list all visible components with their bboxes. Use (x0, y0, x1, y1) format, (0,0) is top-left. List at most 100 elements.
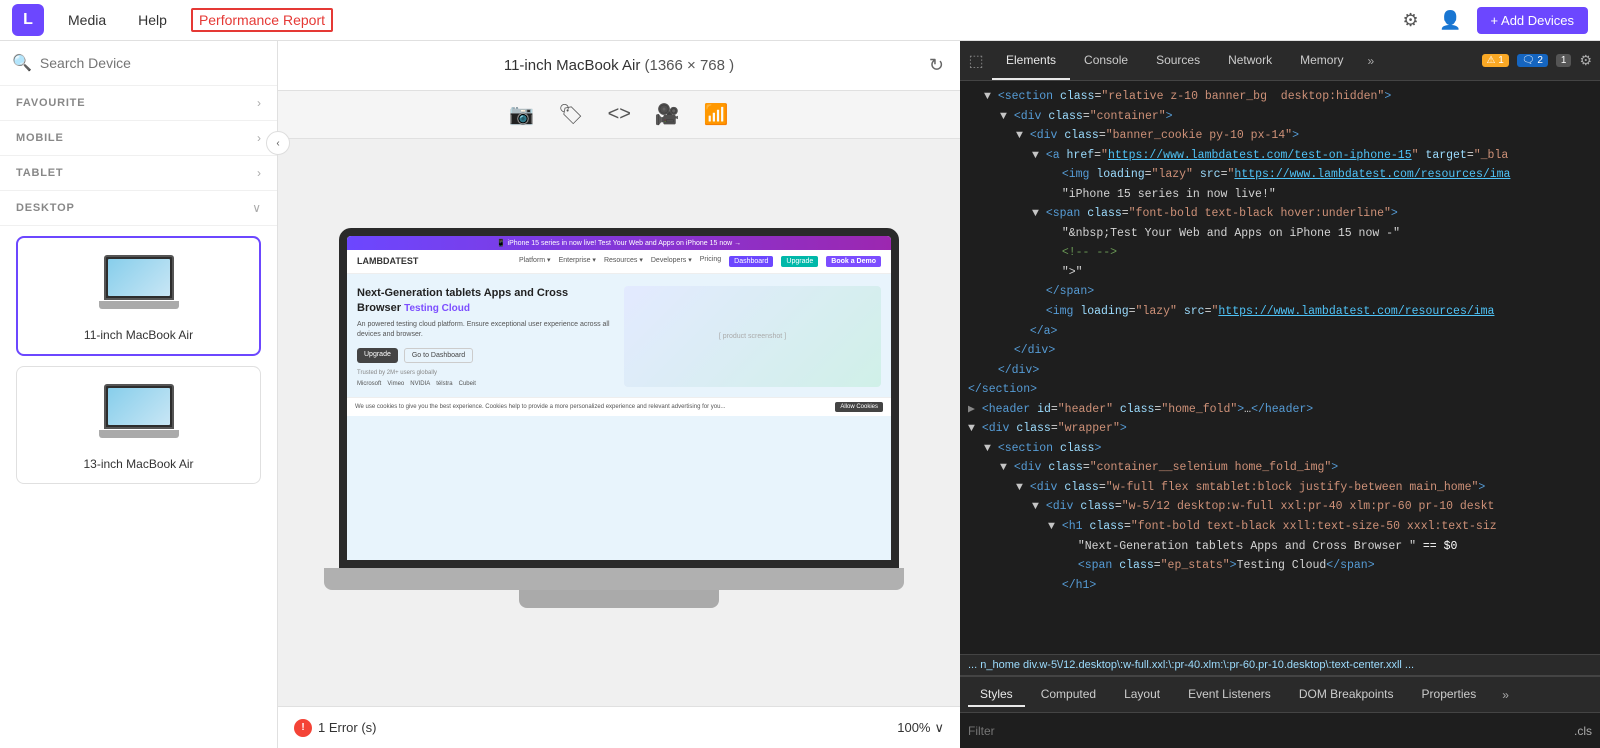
chevron-right-icon: › (257, 96, 261, 110)
nav-media[interactable]: Media (60, 8, 114, 32)
code-line: </div> (960, 361, 1600, 381)
code-line: ">" (960, 263, 1600, 283)
bottom-tabs: Styles Computed Layout Event Listeners D… (960, 676, 1600, 712)
code-line: "iPhone 15 series in now live!" (960, 185, 1600, 205)
laptop-stand (519, 590, 719, 608)
code-line: <span class="ep_stats">Testing Cloud</sp… (960, 556, 1600, 576)
zoom-control[interactable]: 100% ∨ (897, 720, 944, 736)
devtools-inspect-icon[interactable]: ⬚ (960, 51, 992, 71)
code-icon[interactable]: <> (608, 103, 631, 126)
code-line: <!-- --> (960, 243, 1600, 263)
code-line: ▼ <section class> (960, 439, 1600, 459)
section-favourite[interactable]: FAVOURITE › (0, 86, 277, 121)
code-line: "&nbsp;Test Your Web and Apps on iPhone … (960, 224, 1600, 244)
add-devices-button[interactable]: + Add Devices (1477, 7, 1588, 34)
search-input[interactable] (40, 55, 265, 71)
device-name-13inch: 13-inch MacBook Air (83, 457, 193, 471)
video-icon[interactable]: 🎥 (655, 102, 680, 127)
website-nav: Platform ▾ Enterprise ▾ Resources ▾ Deve… (519, 256, 881, 267)
main-content: 🔍 FAVOURITE › MOBILE › TABLET › DESKTOP … (0, 41, 1600, 748)
collapse-sidebar-button[interactable]: ‹ (266, 131, 290, 155)
cookie-banner: We use cookies to give you the best expe… (347, 397, 891, 416)
devtools-panel: ⬚ Elements Console Sources Network Memor… (960, 41, 1600, 748)
devtools-tab-console[interactable]: Console (1070, 41, 1142, 80)
section-desktop-label: DESKTOP (16, 202, 75, 214)
section-tablet-label: TABLET (16, 167, 63, 179)
devtools-more-tabs[interactable]: » (1361, 54, 1380, 68)
devtools-tab-memory[interactable]: Memory (1286, 41, 1357, 80)
wifi-icon[interactable]: 📶 (704, 102, 729, 127)
code-line: ▼ <div class="wrapper"> (960, 419, 1600, 439)
laptop-screen-outer: 📱 iPhone 15 series in now live! Test You… (339, 228, 899, 568)
laptop-screen-inner-2 (108, 388, 170, 425)
bottom-tab-properties[interactable]: Properties (1410, 683, 1489, 707)
sidebar-section: FAVOURITE › MOBILE › TABLET › DESKTOP ∨ (0, 86, 277, 748)
bottom-tab-layout[interactable]: Layout (1112, 683, 1172, 707)
bottom-tab-styles[interactable]: Styles (968, 683, 1025, 707)
warning-badge: ⚠ 1 (1482, 54, 1509, 67)
error-badge: ! 1 Error (s) (294, 719, 377, 737)
laptop-preview-screen: 📱 iPhone 15 series in now live! Test You… (347, 236, 891, 560)
laptop-screen-2 (104, 384, 174, 429)
section-mobile[interactable]: MOBILE › (0, 121, 277, 156)
refresh-icon[interactable]: ↻ (929, 55, 944, 76)
code-line: </a> (960, 322, 1600, 342)
chevron-right-icon: › (257, 166, 261, 180)
app-logo: L (12, 4, 44, 36)
center-panel: 11-inch MacBook Air (1366 × 768 ) ↻ 📷 🏷 … (278, 41, 960, 748)
bottom-tabs-more[interactable]: » (1496, 688, 1515, 702)
filter-input[interactable] (968, 724, 1574, 738)
top-nav: L Media Help Performance Report ⚙ 👤 + Ad… (0, 0, 1600, 41)
code-line: ▼ <a href="https://www.lambdatest.com/te… (960, 146, 1600, 166)
device-name-11inch: 11-inch MacBook Air (84, 328, 193, 342)
chevron-right-icon: › (257, 131, 261, 145)
devtools-tab-elements[interactable]: Elements (992, 41, 1070, 80)
tag-icon[interactable]: 🏷 (558, 102, 583, 127)
settings-icon[interactable]: ⚙ (1397, 6, 1425, 34)
laptop-bottom-bar (324, 568, 904, 590)
search-bar: 🔍 (0, 41, 277, 86)
breadcrumb-bar: ... n_home div.w-5\/12.desktop\:w-full.x… (960, 654, 1600, 676)
preview-toolbar: 📷 🏷 <> 🎥 📶 (278, 91, 960, 139)
website-header: LAMBDATEST Platform ▾ Enterprise ▾ Resou… (347, 250, 891, 274)
devtools-tab-network[interactable]: Network (1214, 41, 1286, 80)
zoom-value: 100% (897, 720, 930, 735)
cls-filter-icon[interactable]: .cls (1574, 724, 1592, 738)
user-icon[interactable]: 👤 (1437, 6, 1465, 34)
search-icon: 🔍 (12, 53, 32, 73)
nav-performance-report[interactable]: Performance Report (191, 8, 333, 32)
bottom-tab-computed[interactable]: Computed (1029, 683, 1108, 707)
code-line: </div> (960, 341, 1600, 361)
preview-header: 11-inch MacBook Air (1366 × 768 ) ↻ (278, 41, 960, 91)
code-line: ▼ <div class="w-5/12 desktop:w-full xxl:… (960, 497, 1600, 517)
code-line: ▼ <div class="w-full flex smtablet:block… (960, 478, 1600, 498)
preview-footer: ! 1 Error (s) 100% ∨ (278, 706, 960, 748)
device-thumb-2 (89, 379, 189, 449)
device-card-11inch[interactable]: 11-inch MacBook Air (16, 236, 261, 356)
code-line: ▼ <div class="container"> (960, 107, 1600, 127)
website-screenshot: [ product screenshot ] (624, 286, 881, 388)
bottom-tab-event-listeners[interactable]: Event Listeners (1176, 683, 1283, 707)
section-desktop[interactable]: DESKTOP ∨ (0, 191, 277, 226)
code-line: <img loading="lazy" src="https://www.lam… (960, 165, 1600, 185)
devtools-settings-icon[interactable]: ⚙ (1579, 52, 1592, 69)
nav-help[interactable]: Help (130, 8, 175, 32)
website-logo: LAMBDATEST (357, 256, 418, 266)
section-tablet[interactable]: TABLET › (0, 156, 277, 191)
section-favourite-label: FAVOURITE (16, 97, 85, 109)
zoom-chevron-icon: ∨ (934, 720, 944, 736)
devtools-tab-sources[interactable]: Sources (1142, 41, 1214, 80)
code-line: </h1> (960, 576, 1600, 596)
error-label: 1 Error (s) (318, 720, 377, 735)
code-line: ▼ <div class="banner_cookie py-10 px-14"… (960, 126, 1600, 146)
preview-title: 11-inch MacBook Air (1366 × 768 ) (504, 57, 734, 74)
code-line: ▼ <section class="relative z-10 banner_b… (960, 87, 1600, 107)
website-preview: 📱 iPhone 15 series in now live! Test You… (347, 236, 891, 560)
website-hero: Next-Generation tablets Apps and Cross B… (347, 274, 891, 394)
device-card-13inch[interactable]: 13-inch MacBook Air (16, 366, 261, 484)
bottom-tab-dom-breakpoints[interactable]: DOM Breakpoints (1287, 683, 1406, 707)
camera-icon[interactable]: 📷 (509, 102, 534, 127)
code-line: <img loading="lazy" src="https://www.lam… (960, 302, 1600, 322)
code-line: "Next-Generation tablets Apps and Cross … (960, 537, 1600, 557)
code-line: </span> (960, 282, 1600, 302)
